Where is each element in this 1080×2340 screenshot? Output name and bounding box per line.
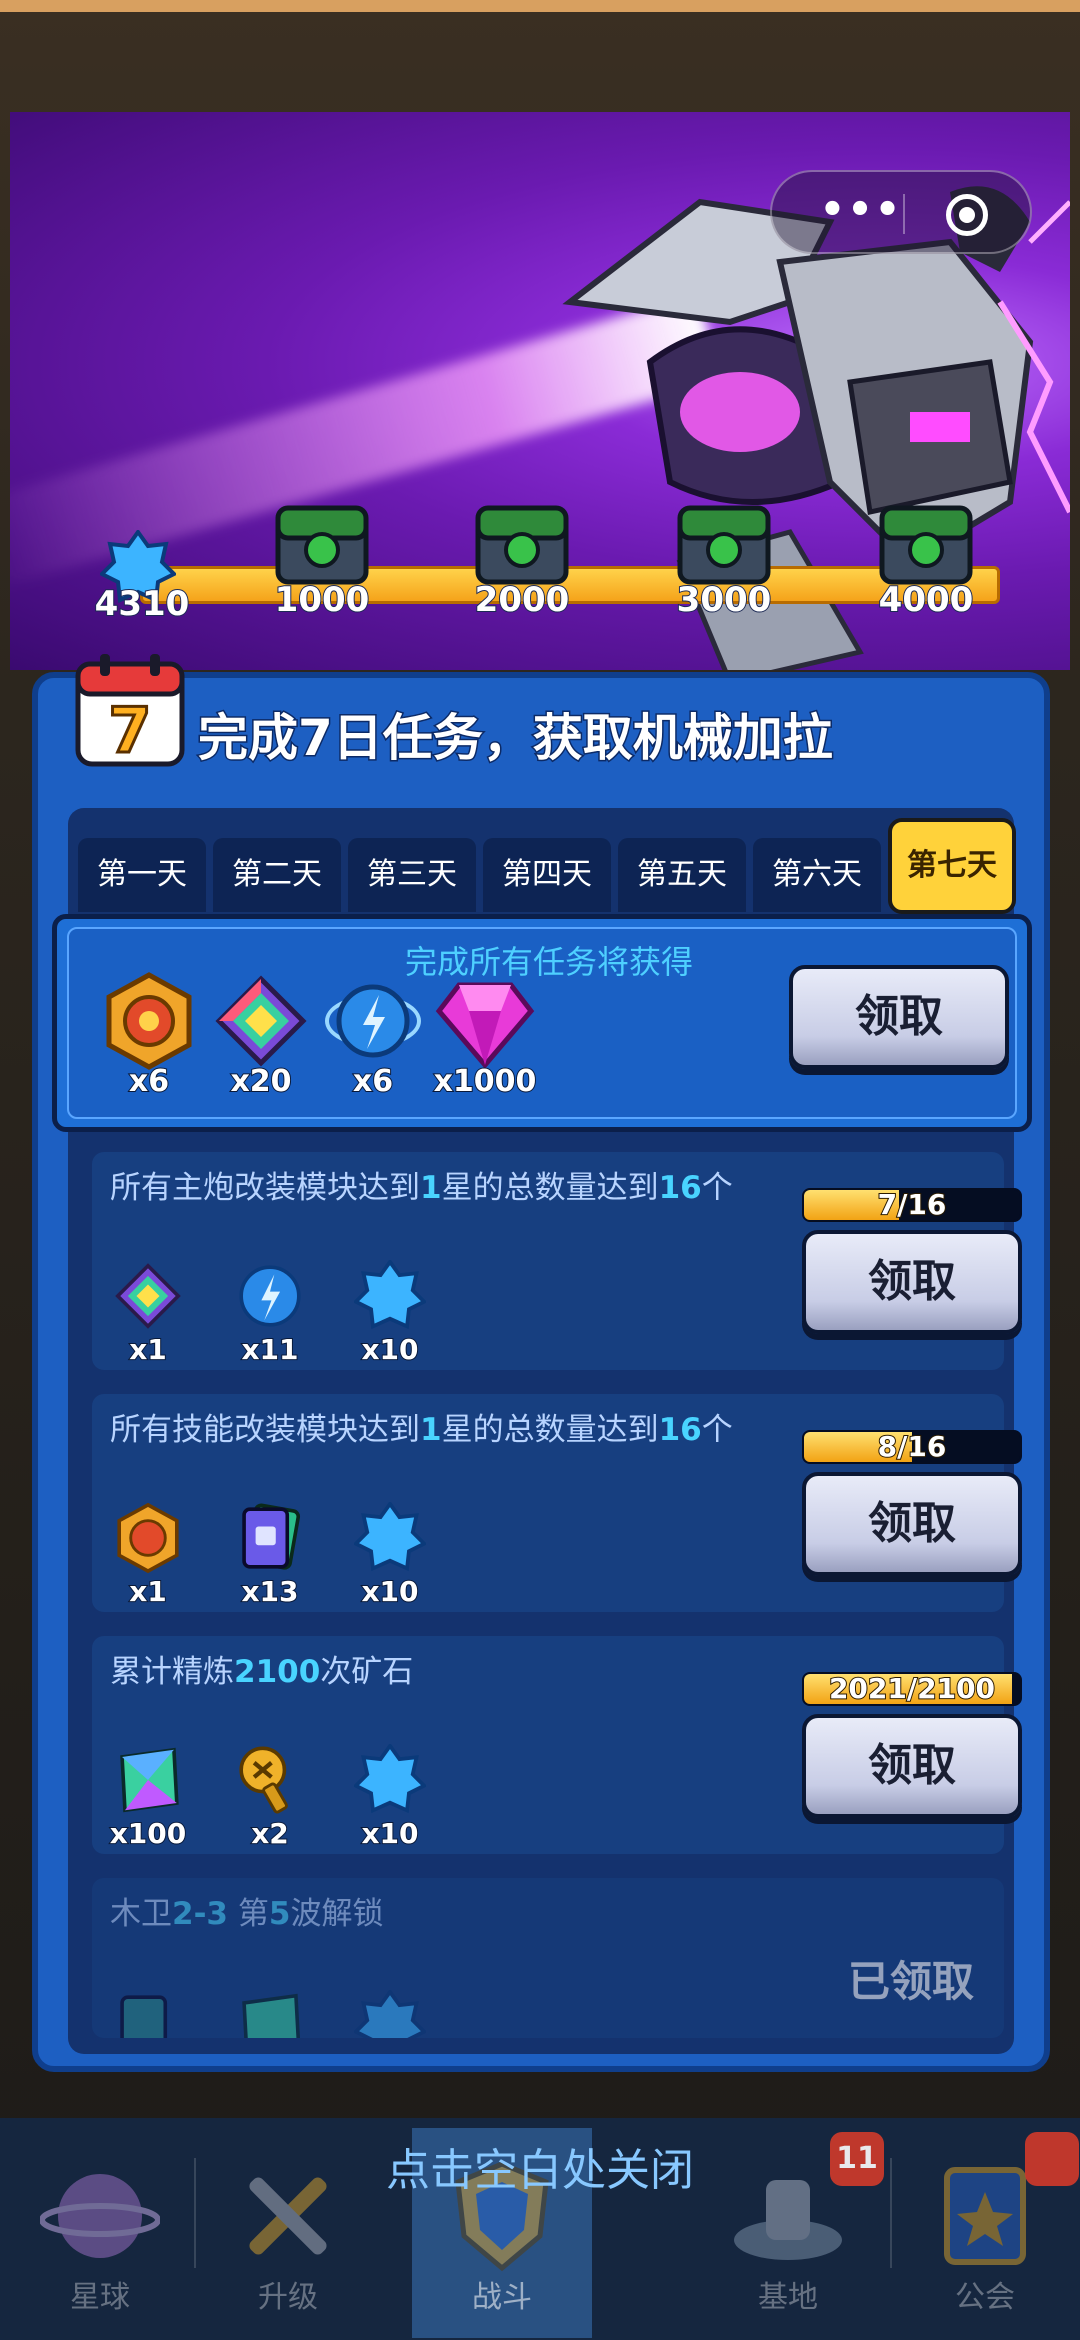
task-title: 所有技能改装模块达到1星的总数量达到16个 [110, 1412, 733, 1448]
gold-medal-icon [117, 1502, 179, 1574]
bonus-reward[interactable]: x1000 [425, 971, 545, 1100]
tab-day-2[interactable]: 第二天 [213, 838, 341, 912]
task-reward[interactable]: x2 [220, 1744, 320, 1851]
task-title: 累计精炼2100次矿石 [110, 1654, 414, 1690]
bonus-reward[interactable]: x6 [89, 971, 209, 1100]
record-target-icon[interactable] [946, 194, 988, 236]
reward-quantity: x20 [229, 1063, 292, 1100]
task-reward[interactable]: x10 [340, 1744, 440, 1851]
progress-text: 2021/2100 [828, 1672, 996, 1705]
reward-quantity: x6 [128, 1063, 170, 1100]
progress-text: 8/16 [877, 1430, 948, 1463]
skill-card-icon [120, 1995, 168, 2038]
top-status-strip [0, 0, 1080, 12]
task-progress-bar: 7/16 [802, 1188, 1022, 1222]
milestone-label: 1000 [274, 579, 371, 621]
calendar-day-number: 7 [108, 694, 151, 767]
bonus-reward[interactable]: x20 [201, 971, 321, 1100]
tab-day-1[interactable]: 第一天 [78, 838, 206, 912]
task-card: 累计精炼2100次矿石 2021/2100 领取 x100 x2 x10 [92, 1636, 1022, 1854]
calendar-icon: 7 [75, 654, 185, 768]
milestone-chest-icon[interactable] [674, 502, 774, 590]
milestone-chest-icon[interactable] [472, 502, 572, 590]
reward-quantity: x10 [360, 1574, 419, 1609]
reward-quantity: x100 [109, 1816, 188, 1851]
milestone-chest-icon[interactable] [876, 502, 976, 590]
gold-medal-icon [106, 972, 192, 1070]
nav-label: 基地 [758, 2280, 818, 2315]
task-reward[interactable]: x10 [340, 1260, 440, 1367]
pink-gem-icon [435, 982, 535, 1069]
tab-day-4[interactable]: 第四天 [483, 838, 611, 912]
reward-quantity: x6 [352, 1063, 394, 1100]
more-dots-icon[interactable]: ••• [806, 190, 916, 236]
task-progress-bar: 2021/2100 [802, 1672, 1022, 1706]
rainbow-crystal-icon [242, 1993, 301, 2038]
progress-text: 7/16 [877, 1188, 948, 1221]
task-title: 木卫2-3 第5波解锁 [110, 1896, 384, 1932]
reward-quantity: x1 [128, 1332, 168, 1367]
day-tabs: 第一天 第二天 第三天 第四天 第五天 第六天 第七天 [78, 818, 1018, 914]
rainbow-chip-icon [215, 975, 307, 1067]
claim-all-button[interactable]: 领取 [789, 965, 1009, 1069]
reward-quantity: x10 [360, 1332, 419, 1367]
current-points-label: 4310 [94, 583, 191, 625]
tab-day-7[interactable]: 第七天 [888, 818, 1016, 914]
task-card: 所有技能改装模块达到1星的总数量达到16个 8/16 领取 x1 x13 x10 [92, 1394, 1022, 1612]
milestone-label: 4000 [878, 579, 975, 621]
seven-day-task-panel: 7 完成7日任务，获取机械加拉 第一天 第二天 第三天 第四天 第五天 第六天 … [32, 654, 1050, 2072]
blue-star-badge-icon [354, 1744, 426, 1814]
tap-to-close-hint[interactable]: 点击空白处关闭 [0, 2134, 1080, 2198]
claim-button[interactable]: 领取 [802, 1714, 1022, 1818]
mini-program-capsule: ••• [770, 170, 1032, 254]
nav-label: 战斗 [472, 2280, 532, 2315]
tab-day-3[interactable]: 第三天 [348, 838, 476, 912]
task-reward[interactable]: x1 [98, 1502, 198, 1609]
tab-day-6[interactable]: 第六天 [753, 838, 881, 912]
reward-quantity: x1 [128, 1574, 168, 1609]
task-reward[interactable]: x11 [220, 1260, 320, 1367]
blue-star-badge-icon [354, 1260, 426, 1330]
reward-quantity: x2 [250, 1816, 290, 1851]
task-title: 所有主炮改装模块达到1星的总数量达到16个 [110, 1170, 733, 1206]
reward-quantity: x10 [360, 1816, 419, 1851]
capsule-separator [903, 194, 905, 234]
milestone-chest-icon[interactable] [272, 502, 372, 590]
claimed-status: 已领取 [848, 1957, 975, 2006]
completion-bonus-inner: 完成所有任务将获得 x6 x20 x6 x1000 领取 [67, 927, 1017, 1119]
rainbow-chip-icon [115, 1263, 181, 1329]
task-reward[interactable]: x1 [98, 1260, 198, 1367]
task-reward[interactable]: x100 [98, 1744, 198, 1851]
task-reward[interactable]: x10 [340, 1502, 440, 1609]
task-card-completed: 木卫2-3 第5波解锁 已领取 [92, 1878, 1004, 2038]
completion-bonus-card: 完成所有任务将获得 x6 x20 x6 x1000 领取 [52, 914, 1032, 1132]
claim-button[interactable]: 领取 [802, 1472, 1022, 1576]
task-reward[interactable]: x13 [220, 1502, 320, 1609]
milestone-label: 2000 [474, 579, 571, 621]
task-progress-bar: 8/16 [802, 1430, 1022, 1464]
tab-day-5[interactable]: 第五天 [618, 838, 746, 912]
task-card: 所有主炮改装模块达到1星的总数量达到16个 7/16 领取 x1 x11 x10 [92, 1152, 1022, 1370]
gold-screw-icon [239, 1746, 288, 1814]
blue-star-badge-icon [354, 1990, 426, 2038]
rainbow-crystal-icon [120, 1747, 179, 1813]
blue-star-badge-icon [354, 1502, 426, 1572]
bonus-reward[interactable]: x6 [313, 971, 433, 1100]
nav-label: 升级 [258, 2280, 318, 2315]
blue-energy-orb-icon [239, 1265, 301, 1327]
milestone-label: 3000 [676, 579, 773, 621]
skill-card-icon [242, 1503, 301, 1570]
blue-energy-orb-icon [325, 984, 421, 1058]
nav-label: 星球 [70, 2280, 130, 2315]
claim-button[interactable]: 领取 [802, 1230, 1022, 1334]
nav-label: 公会 [955, 2280, 1015, 2315]
reward-quantity: x1000 [433, 1063, 538, 1100]
panel-title: 完成7日任务，获取机械加拉 [197, 708, 835, 769]
reward-quantity: x11 [240, 1332, 299, 1367]
reward-quantity: x13 [240, 1574, 299, 1609]
